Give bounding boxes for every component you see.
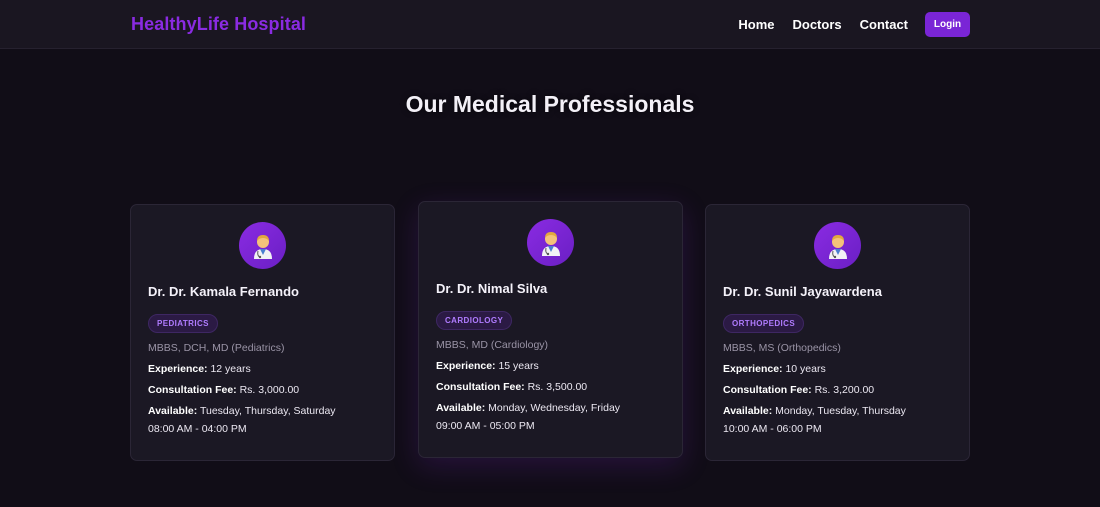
doctor-avatar [814,222,861,269]
login-button[interactable]: Login [925,11,970,37]
available-hours: 09:00 AM - 05:00 PM [436,420,535,432]
doctor-availability: Available: Monday, Wednesday, Friday [436,402,665,414]
doctor-fee: Consultation Fee: Rs. 3,000.00 [148,384,377,396]
available-days: Tuesday, Thursday, Saturday [199,405,336,417]
doctor-icon [541,231,560,256]
fee-label: Consultation Fee: [723,384,812,396]
available-days: Monday, Tuesday, Thursday [775,405,906,417]
experience-label: Experience: [148,363,208,375]
brand-logo[interactable]: HealthyLife Hospital [131,14,306,35]
available-label: Available: [723,405,773,417]
doctor-name: Dr. Dr. Sunil Jayawardena [723,284,882,299]
doctor-icon [253,234,272,259]
specialty-badge: ORTHOPEDICS [723,314,805,333]
doctor-icon [828,234,847,259]
fee-value: Rs. 3,500.00 [527,381,588,393]
nav-link-home[interactable]: Home [738,17,774,32]
doctor-card: Dr. Dr. Nimal Silva CARDIOLOGY MBBS, MD … [418,201,683,458]
doctor-name: Dr. Dr. Nimal Silva [436,281,548,296]
available-days: Monday, Wednesday, Friday [488,402,621,414]
doctor-cards: Dr. Dr. Kamala Fernando PEDIATRICS MBBS,… [0,118,1100,461]
experience-label: Experience: [436,360,496,372]
doctor-availability: Available: Tuesday, Thursday, Saturday [148,405,377,417]
available-label: Available: [436,402,486,414]
doctor-experience: Experience: 15 years [436,360,665,372]
experience-value: 15 years [498,360,539,372]
nav-link-doctors[interactable]: Doctors [792,17,841,32]
doctor-fee: Consultation Fee: Rs. 3,200.00 [723,384,952,396]
doctor-name: Dr. Dr. Kamala Fernando [148,284,299,299]
available-label: Available: [148,405,198,417]
fee-value: Rs. 3,200.00 [814,384,875,396]
doctor-experience: Experience: 10 years [723,363,952,375]
experience-value: 12 years [210,363,251,375]
nav-link-contact[interactable]: Contact [860,17,908,32]
experience-label: Experience: [723,363,783,375]
navbar: HealthyLife Hospital Home Doctors Contac… [0,0,1100,49]
available-hours: 08:00 AM - 04:00 PM [148,423,247,435]
specialty-badge: PEDIATRICS [148,314,218,333]
doctor-experience: Experience: 12 years [148,363,377,375]
doctor-avatar [239,222,286,269]
fee-label: Consultation Fee: [436,381,525,393]
nav-links: Home Doctors Contact Login [738,11,970,37]
doctor-qualifications: MBBS, MD (Cardiology) [436,339,549,351]
fee-value: Rs. 3,000.00 [239,384,300,396]
specialty-badge: CARDIOLOGY [436,311,513,330]
fee-label: Consultation Fee: [148,384,237,396]
doctor-card: Dr. Dr. Sunil Jayawardena ORTHOPEDICS MB… [705,204,970,461]
doctor-fee: Consultation Fee: Rs. 3,500.00 [436,381,665,393]
doctor-qualifications: MBBS, MS (Orthopedics) [723,342,841,354]
experience-value: 10 years [785,363,826,375]
doctor-avatar [527,219,574,266]
available-hours: 10:00 AM - 06:00 PM [723,423,822,435]
doctor-availability: Available: Monday, Tuesday, Thursday [723,405,952,417]
page-title: Our Medical Professionals [405,91,695,117]
doctor-card: Dr. Dr. Kamala Fernando PEDIATRICS MBBS,… [130,204,395,461]
doctor-qualifications: MBBS, DCH, MD (Pediatrics) [148,342,285,354]
